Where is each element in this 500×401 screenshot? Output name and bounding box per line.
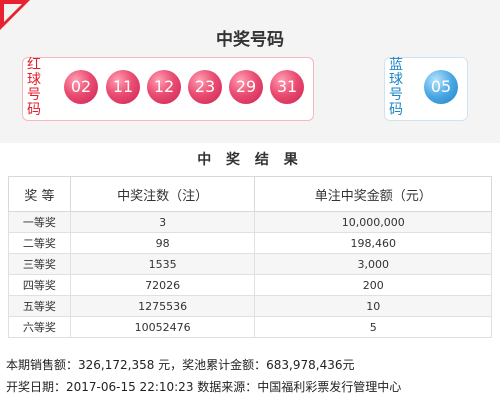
prize-amount: 10 [254,295,492,317]
blue-ball-label: 蓝球号码 [389,57,403,118]
prize-table-header: 奖 等 中奖注数（注） 单注中奖金额（元） [8,176,492,212]
prize-amount: 198,460 [254,232,492,254]
table-row: 一等奖 3 10,000,000 [8,211,492,233]
winner-count: 1275536 [69,295,256,317]
red-ball-4: 23 [188,70,222,104]
draw-info: 开奖日期：2017-06-15 22:10:23 数据来源：中国福利彩票发行管理… [6,380,402,394]
table-row: 三等奖 1535 3,000 [8,253,492,275]
prize-level: 五等奖 [8,295,71,317]
winner-count: 72026 [69,274,256,296]
prize-amount: 5 [254,316,492,338]
column-header-count: 中奖注数（注） [69,176,256,212]
table-row: 四等奖 72026 200 [8,274,492,296]
table-row: 五等奖 1275536 10 [8,295,492,317]
winning-numbers-title: 中奖号码 [216,30,284,50]
column-header-level: 奖 等 [8,176,71,212]
red-ball-5: 29 [229,70,263,104]
prize-level: 三等奖 [8,253,71,275]
prize-level: 六等奖 [8,316,71,338]
prize-table: 奖 等 中奖注数（注） 单注中奖金额（元） 一等奖 3 10,000,000 二… [8,176,492,338]
prize-amount: 10,000,000 [254,211,492,233]
prize-level: 四等奖 [8,274,71,296]
winner-count: 1535 [69,253,256,275]
sales-summary: 本期销售额：326,172,358 元，奖池累计金额：683,978,436元 [6,358,355,372]
winner-count: 10052476 [69,316,256,338]
red-ball-6: 31 [270,70,304,104]
red-balls-label: 红球号码 [27,57,41,118]
prize-amount: 3,000 [254,253,492,275]
column-header-amount: 单注中奖金额（元） [254,176,492,212]
winner-count: 98 [69,232,256,254]
red-ball-2: 11 [106,70,140,104]
table-row: 六等奖 10052476 5 [8,316,492,338]
prize-amount: 200 [254,274,492,296]
red-ball-1: 02 [64,70,98,104]
results-title: 中 奖 结 果 [197,152,303,168]
prize-level: 一等奖 [8,211,71,233]
prize-level: 二等奖 [8,232,71,254]
winner-count: 3 [69,211,256,233]
table-row: 二等奖 98 198,460 [8,232,492,254]
blue-ball-1: 05 [424,70,458,104]
red-ball-3: 12 [147,70,181,104]
